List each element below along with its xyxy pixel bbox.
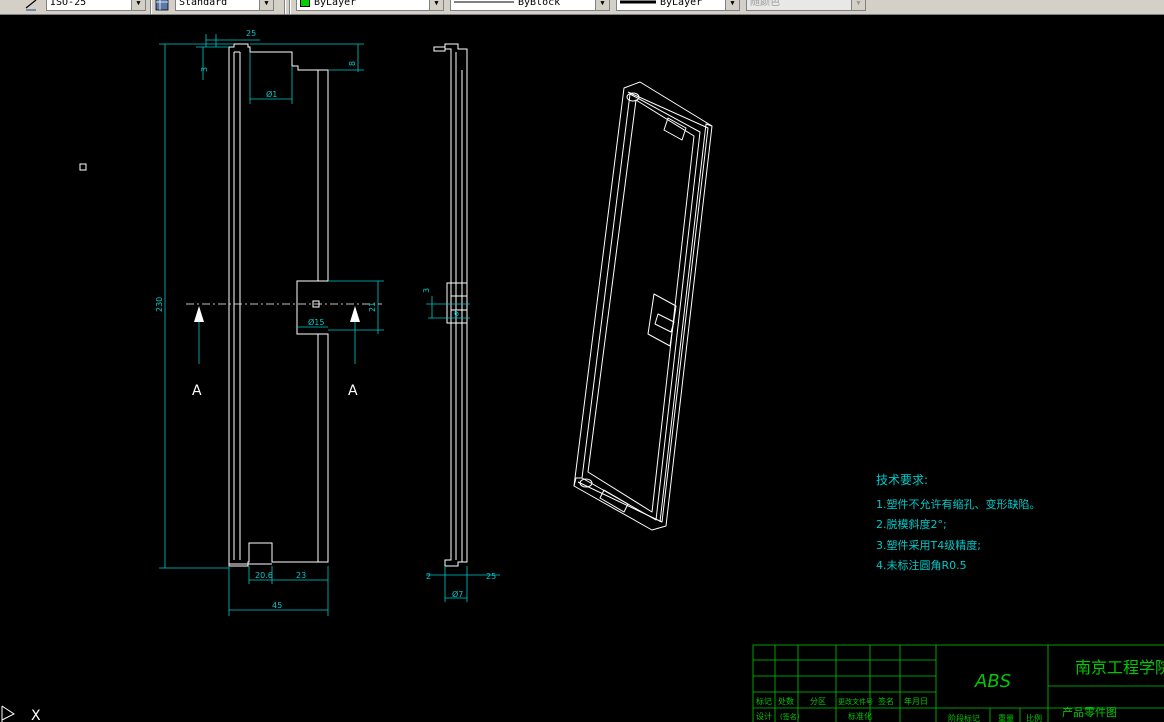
chevron-down-icon[interactable]: ▼	[595, 0, 609, 10]
color-value: ByLayer	[314, 0, 357, 8]
ucs-icon	[1, 705, 15, 722]
title-cell-label: 更改文件号	[838, 697, 873, 706]
title-cell-label: 设计	[756, 711, 772, 721]
properties-toolbar: ISO-25 ▼ Standard ▼ ByLayer ▼ ByBlock ▼ …	[0, 0, 1164, 15]
thick-line-icon	[620, 0, 656, 4]
dimension-style-icon[interactable]	[24, 0, 38, 11]
drawing-name: 产品零件图	[1062, 705, 1117, 719]
section-label-a: A	[348, 383, 358, 399]
section-arrows	[194, 306, 360, 322]
chevron-down-icon[interactable]: ▼	[429, 0, 443, 10]
front-dimensions	[159, 34, 384, 616]
dim-label: 45	[272, 601, 282, 610]
section-label-a: A	[192, 383, 202, 399]
grip-point[interactable]	[79, 163, 87, 171]
material-label: ABS	[974, 671, 1011, 692]
toolbar-separator	[150, 0, 152, 14]
toolbar-separator	[284, 0, 286, 14]
dim-label: 20.6	[255, 571, 273, 580]
ucs-x-label: X	[31, 708, 41, 722]
side-view	[433, 43, 468, 567]
dim-label: 3	[422, 288, 431, 293]
drawing-canvas[interactable]: 25 3 8 Ø1 230 21 Ø15 20.6 23 45 A A 3 6 …	[0, 14, 1164, 722]
tablestyle-select[interactable]: Standard ▼	[175, 0, 274, 11]
dim-label: 21	[368, 302, 377, 312]
side-dimensions	[426, 296, 500, 602]
side-dim-text: 3 6 2 25 Ø7	[422, 288, 496, 599]
title-cell-label: 标记	[756, 696, 772, 706]
dim-label: Ø7	[452, 589, 463, 599]
color-swatch-icon	[300, 0, 310, 7]
title-cell-label: 标准化	[848, 711, 872, 721]
title-cell-label: 年月日	[904, 696, 928, 706]
tech-notes: 技术要求: 1.塑件不允许有缩孔、变形缺陷。 2.脱模斜度2°; 3.塑件采用T…	[876, 473, 1041, 572]
title-cell-label: (签名)	[780, 712, 800, 721]
title-cell-label: 分区	[810, 697, 826, 706]
title-cell-label: 阶段标记	[948, 713, 980, 722]
table-style-icon[interactable]	[155, 0, 169, 11]
dim-label: Ø15	[308, 317, 324, 327]
dim-label: 8	[348, 61, 357, 66]
dim-label: 3	[200, 67, 209, 72]
school-name: 南京工程学院	[1075, 658, 1164, 677]
chevron-down-icon[interactable]: ▼	[131, 0, 145, 10]
plotstyle-value: 随颜色	[750, 0, 780, 8]
dim-label: 23	[296, 571, 306, 580]
lineweight-value: ByLayer	[660, 0, 703, 8]
tech-note-item: 3.塑件采用T4级精度;	[876, 538, 981, 552]
title-cell-label: 处数	[778, 696, 794, 706]
plotstyle-select[interactable]: 随颜色 ▼	[746, 0, 866, 11]
color-select[interactable]: ByLayer ▼	[296, 0, 444, 11]
dimstyle-value: ISO-25	[50, 0, 87, 8]
tablestyle-value: Standard	[179, 0, 228, 8]
dim-label: 6	[454, 309, 459, 318]
title-cell-label: 签名	[878, 696, 894, 706]
section-labels: A A	[192, 383, 358, 399]
front-view	[228, 43, 329, 567]
thin-line-icon	[454, 1, 514, 3]
title-cell-label: 重量	[998, 713, 1014, 722]
isometric-view	[573, 81, 713, 531]
linetype-select[interactable]: ByBlock ▼	[450, 0, 610, 11]
dim-label: 25	[486, 572, 496, 581]
dim-label: 2	[426, 572, 431, 581]
title-block-text: ABS 南京工程学院 产品零件图 标记 处数 分区 更改文件号 签名 年月日 设…	[756, 658, 1164, 722]
tech-note-item: 1.塑件不允许有缩孔、变形缺陷。	[876, 497, 1041, 511]
dim-label: 25	[246, 29, 256, 38]
front-dim-text: 25 3 8 Ø1 230 21 Ø15 20.6 23 45	[155, 29, 377, 610]
dimstyle-select[interactable]: ISO-25 ▼	[46, 0, 146, 11]
toolbar-separator	[289, 0, 291, 14]
chevron-down-icon[interactable]: ▼	[851, 0, 865, 10]
title-cell-label: 比例	[1026, 713, 1042, 722]
dim-label: Ø1	[266, 89, 277, 99]
chevron-down-icon[interactable]: ▼	[259, 0, 273, 10]
chevron-down-icon[interactable]: ▼	[725, 0, 739, 10]
tech-notes-title: 技术要求:	[876, 473, 928, 487]
linetype-value: ByBlock	[518, 0, 561, 8]
tech-note-item: 4.未标注圆角R0.5	[876, 558, 967, 572]
lineweight-select[interactable]: ByLayer ▼	[616, 0, 740, 11]
tech-note-item: 2.脱模斜度2°;	[876, 517, 947, 531]
dim-label: 230	[155, 297, 164, 312]
